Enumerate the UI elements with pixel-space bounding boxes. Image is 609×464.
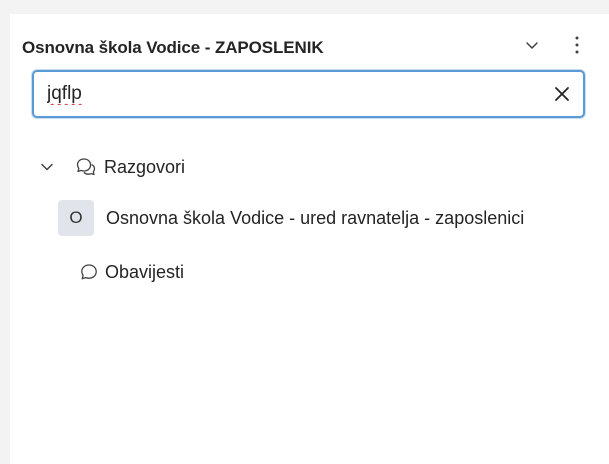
close-icon — [555, 87, 569, 101]
chevron-down-icon[interactable] — [36, 156, 58, 178]
collapse-button[interactable] — [519, 32, 545, 58]
chevron-down-icon — [526, 42, 538, 49]
chat-item-obavijesti[interactable]: Obavijesti — [78, 258, 184, 286]
clear-search-button[interactable] — [549, 81, 575, 107]
chat-multiple-icon — [74, 155, 98, 179]
tree-group-label: Razgovori — [104, 156, 186, 177]
avatar: O — [58, 200, 94, 236]
chat-item-ured-ravnatelja[interactable]: O Osnovna škola Vodice - ured ravnatelja… — [58, 200, 524, 236]
search-box — [32, 70, 585, 118]
chat-item-label: Obavijesti — [105, 261, 185, 282]
panel-title: Osnovna škola Vodice - ZAPOSLENIK — [22, 38, 324, 57]
more-vertical-icon — [575, 36, 579, 54]
more-options-button[interactable] — [564, 32, 590, 58]
panel-header: Osnovna škola Vodice - ZAPOSLENIK — [22, 36, 597, 60]
tree-group-razgovori[interactable]: Razgovori — [36, 152, 185, 182]
chat-item-label: Osnovna škola Vodice - ured ravnatelja -… — [106, 207, 525, 228]
chat-icon — [78, 261, 100, 283]
search-input[interactable] — [47, 81, 527, 107]
